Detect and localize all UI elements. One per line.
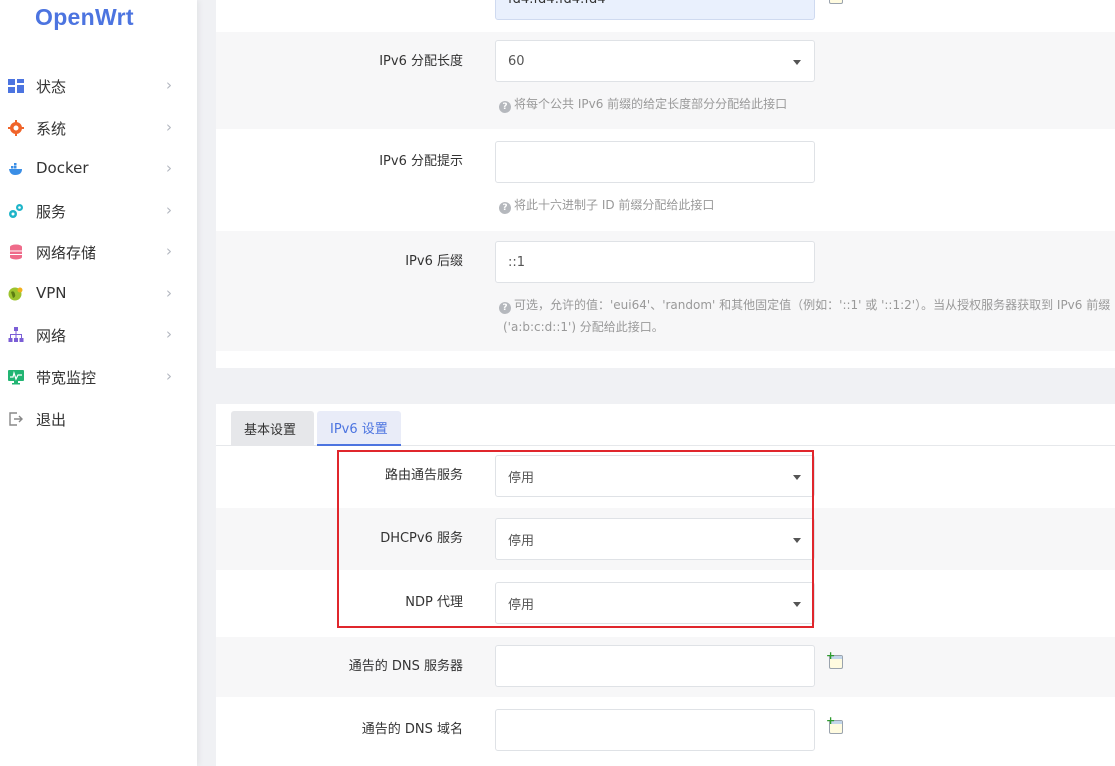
ipv6-assign-length-select[interactable]: 60	[495, 40, 815, 82]
chevron-right-icon: ›	[166, 242, 172, 260]
sidebar-item-network[interactable]: 网络 ›	[0, 317, 197, 353]
ndp-proxy-row: NDP 代理 停用	[216, 570, 1115, 637]
dns-servers-label: 通告的 DNS 服务器	[348, 659, 463, 674]
ipv6-suffix-label: IPv6 后缀	[405, 254, 463, 269]
sidebar-item-vpn[interactable]: VPN ›	[0, 276, 197, 312]
ipv6-assign-length-label: IPv6 分配长度	[379, 54, 463, 69]
ipv6-suffix-hint-text: 可选，允许的值：'eui64'、'random' 和其他固定值（例如：'::1'…	[514, 298, 1115, 312]
dns-servers-row: 通告的 DNS 服务器	[216, 637, 1115, 697]
ipv6-assign-length-row: IPv6 分配长度 60 ? 将每个公共 IPv6 前缀的给定长度部分分配给此接口	[216, 32, 1115, 129]
docker-whale-icon	[9, 163, 22, 175]
dns-domains-input[interactable]	[495, 709, 815, 751]
ra-service-label: 路由通告服务	[384, 468, 463, 483]
sidebar-item-label: 带宽监控	[36, 369, 97, 387]
dhcp-tabs: 基本设置 IPv6 设置	[216, 410, 1115, 446]
monitor-chart-icon	[8, 370, 24, 385]
chevron-right-icon: ›	[166, 76, 172, 94]
sidebar-item-label: VPN	[36, 284, 67, 302]
sidebar-item-label: 网络存储	[36, 244, 97, 262]
globe-key-icon	[8, 287, 23, 301]
dhcpv6-service-select[interactable]: 停用	[495, 518, 815, 560]
sidebar-item-label: 系统	[36, 120, 67, 138]
prev-field-input[interactable]: fd4:fd4:fd4:fd4	[495, 0, 815, 20]
ra-service-row: 路由通告服务 停用	[216, 446, 1115, 508]
question-icon: ?	[499, 101, 511, 113]
dhcpv6-service-label: DHCPv6 服务	[380, 531, 463, 546]
sidebar: OpenWrt 状态 › 系统 › Docker › 服务 › 网络存储 › V…	[0, 0, 197, 766]
ipv6-suffix-hint-line2: ('a:b:c:d::1') 分配给此接口。	[503, 320, 664, 334]
database-icon	[10, 244, 22, 260]
sidebar-item-nas[interactable]: 网络存储 ›	[0, 234, 197, 270]
chevron-right-icon: ›	[166, 201, 172, 219]
chevron-right-icon: ›	[166, 159, 172, 177]
tab-basic-settings[interactable]: 基本设置	[231, 411, 314, 446]
chevron-right-icon: ›	[166, 118, 172, 136]
sidebar-item-bandwidth[interactable]: 带宽监控 ›	[0, 359, 197, 395]
ipv6-assign-hint-row: IPv6 分配提示 ? 将此十六进制子 ID 前缀分配给此接口	[216, 129, 1115, 231]
sidebar-item-label: 网络	[36, 327, 67, 345]
add-entry-icon[interactable]	[829, 0, 843, 4]
network-tree-icon	[8, 327, 24, 342]
sidebar-item-logout[interactable]: 退出	[0, 401, 197, 437]
sidebar-item-label: 服务	[36, 203, 67, 221]
prev-field-row: fd4:fd4:fd4:fd4	[216, 0, 1115, 32]
dns-domains-label: 通告的 DNS 域名	[361, 722, 463, 737]
ndp-proxy-select[interactable]: 停用	[495, 582, 815, 624]
chevron-right-icon: ›	[166, 284, 172, 302]
gear-icon	[8, 120, 24, 136]
sidebar-item-docker[interactable]: Docker ›	[0, 151, 197, 187]
ipv6-suffix-input[interactable]: ::1	[495, 241, 815, 283]
services-gears-icon	[9, 204, 23, 218]
ra-service-select[interactable]: 停用	[495, 455, 815, 497]
sidebar-item-label: Docker	[36, 159, 89, 177]
ipv6-assign-hint-label: IPv6 分配提示	[379, 154, 463, 169]
dns-domains-row: 通告的 DNS 域名	[216, 697, 1115, 766]
sidebar-item-services[interactable]: 服务 ›	[0, 193, 197, 229]
tab-ipv6-settings[interactable]: IPv6 设置	[317, 411, 401, 446]
add-entry-icon[interactable]	[826, 714, 843, 734]
chevron-right-icon: ›	[166, 367, 172, 385]
add-entry-icon[interactable]	[826, 649, 843, 669]
ipv6-assign-hint-input[interactable]	[495, 141, 815, 183]
sidebar-item-status[interactable]: 状态 ›	[0, 68, 197, 104]
dhcpv6-service-row: DHCPv6 服务 停用	[216, 508, 1115, 570]
ipv6-assign-length-hint-text: 将每个公共 IPv6 前缀的给定长度部分分配给此接口	[514, 97, 788, 111]
ipv6-assign-hint-hint: ? 将此十六进制子 ID 前缀分配给此接口	[499, 196, 714, 214]
ndp-proxy-label: NDP 代理	[405, 595, 463, 610]
chevron-right-icon: ›	[166, 325, 172, 343]
question-icon: ?	[499, 302, 511, 314]
dns-servers-input[interactable]	[495, 645, 815, 687]
dashboard-icon	[8, 79, 24, 93]
sidebar-item-label: 退出	[36, 411, 67, 429]
sidebar-item-label: 状态	[36, 78, 67, 96]
ipv6-suffix-row: IPv6 后缀 ::1 ? 可选，允许的值：'eui64'、'random' 和其…	[216, 231, 1115, 351]
logout-icon	[9, 412, 23, 426]
ipv6-assign-hint-hint-text: 将此十六进制子 ID 前缀分配给此接口	[514, 198, 715, 212]
sidebar-item-system[interactable]: 系统 ›	[0, 110, 197, 146]
ipv6-assign-length-hint: ? 将每个公共 IPv6 前缀的给定长度部分分配给此接口	[499, 95, 787, 113]
ipv6-suffix-hint: ? 可选，允许的值：'eui64'、'random' 和其他固定值（例如：'::1…	[499, 296, 1115, 314]
main-content: fd4:fd4:fd4:fd4 IPv6 分配长度 60 ?将每个公共 IPv6…	[197, 0, 1115, 766]
question-icon: ?	[499, 202, 511, 214]
openwrt-logo[interactable]: OpenWrt	[35, 4, 134, 31]
